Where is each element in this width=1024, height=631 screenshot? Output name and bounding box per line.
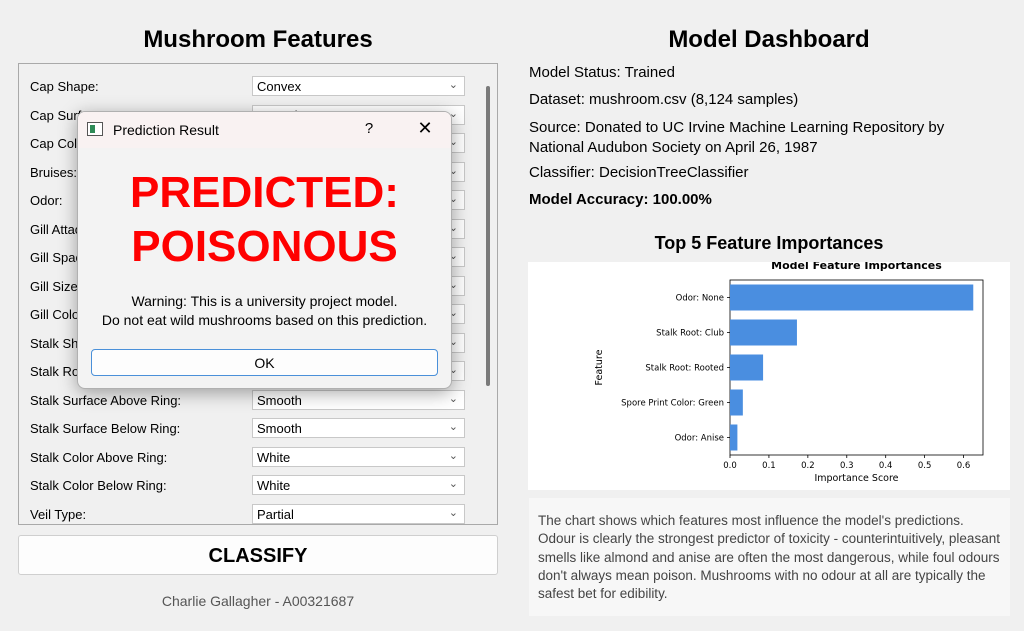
chevron-down-icon: ⌄ <box>448 478 458 490</box>
source-info: Source: Donated to UC Irvine Machine Lea… <box>529 119 945 156</box>
chart-bar <box>730 319 797 346</box>
model-status: Model Status: Trained <box>529 64 675 81</box>
feature-select-value: Smooth <box>257 392 302 408</box>
feature-select[interactable]: Partial ⌄ <box>252 503 465 524</box>
x-tick-label: 0.0 <box>723 461 737 471</box>
prediction-dialog: Prediction Result ? ✕ PREDICTED: POISONO… <box>77 111 452 389</box>
ok-button[interactable]: OK <box>91 349 438 376</box>
x-axis-label: Importance Score <box>814 473 898 484</box>
chart-bar <box>730 354 764 381</box>
chart-bar <box>730 389 743 416</box>
feature-label: Odor: <box>30 193 63 208</box>
feature-label: Gill Size: <box>30 278 82 294</box>
y-tick-label: Spore Print Color: Green <box>621 399 724 409</box>
chart-bar <box>730 284 974 311</box>
x-tick-label: 0.1 <box>762 461 776 471</box>
feature-select[interactable]: Convex ⌄ <box>252 76 465 96</box>
chevron-down-icon: ⌄ <box>448 392 458 405</box>
x-tick-label: 0.2 <box>801 461 815 471</box>
model-accuracy: Model Accuracy: 100.00% <box>529 191 712 208</box>
chevron-down-icon: ⌄ <box>448 449 458 462</box>
feature-row: Cap Shape: Convex ⌄ <box>19 76 474 98</box>
close-icon[interactable]: ✕ <box>414 118 436 139</box>
chevron-down-icon: ⌄ <box>448 79 458 91</box>
warning-line2: Do not eat wild mushrooms based on this … <box>101 312 428 328</box>
dashboard-title: Model Dashboard <box>668 26 870 53</box>
y-tick-label: Stalk Root: Rooted <box>645 364 724 374</box>
classifier-info: Classifier: DecisionTreeClassifier <box>529 164 749 181</box>
y-tick-label: Stalk Root: Club <box>656 329 724 339</box>
chart-bar <box>730 424 738 451</box>
x-tick-label: 0.3 <box>840 461 854 471</box>
chevron-down-icon: ⌄ <box>448 421 458 433</box>
chart-title: Model Feature Importances <box>771 262 942 272</box>
feature-select-value: White <box>257 478 291 493</box>
feature-select-value: Smooth <box>257 421 302 436</box>
feature-label: Stalk Color Above Ring: <box>30 449 168 465</box>
scrollbar-thumb[interactable] <box>486 86 490 386</box>
chart-heading: Top 5 Feature Importances <box>654 233 884 253</box>
feature-row: Stalk Surface Below Ring: Smooth ⌄ <box>19 418 474 440</box>
feature-row: Stalk Color Above Ring: White ⌄ <box>19 446 474 469</box>
x-tick-label: 0.5 <box>918 461 932 471</box>
chevron-down-icon: ⌄ <box>448 506 458 519</box>
feature-select[interactable]: White ⌄ <box>252 446 465 467</box>
app-window-icon <box>87 122 103 136</box>
feature-label: Stalk Surface Above Ring: <box>30 392 182 408</box>
feature-row: Veil Type: Partial ⌄ <box>19 503 474 525</box>
dialog-titlebar: Prediction Result ? ✕ <box>78 112 451 148</box>
x-tick-label: 0.4 <box>879 461 893 471</box>
classify-button[interactable]: CLASSIFY <box>18 535 498 575</box>
x-tick-label: 0.6 <box>957 461 971 471</box>
feature-row: Stalk Surface Above Ring: Smooth ⌄ <box>19 389 474 412</box>
chart-description: The chart shows which features most infl… <box>529 498 1010 616</box>
feature-select-value: Partial <box>257 506 294 522</box>
y-tick-label: Odor: Anise <box>675 434 724 444</box>
prediction-heading: PREDICTED: POISONOUS <box>78 166 451 274</box>
feature-select-value: Convex <box>257 79 302 94</box>
author-label: Charlie Gallagher - A00321687 <box>161 593 355 609</box>
features-title: Mushroom Features <box>143 26 373 53</box>
chart-svg: Model Feature Importances Odor: None Stalk… <box>594 262 984 484</box>
feature-select[interactable]: Smooth ⌄ <box>252 418 465 438</box>
feature-select[interactable]: White ⌄ <box>252 475 465 495</box>
dataset-info: Dataset: mushroom.csv (8,124 samples) <box>529 91 799 108</box>
feature-label: Bruises: <box>30 164 77 180</box>
feature-importance-chart: Model Feature Importances Odor: None Stalk… <box>528 262 1010 490</box>
warning-line1: Warning: This is a university project mo… <box>131 293 398 309</box>
feature-label: Veil Type: <box>30 506 87 522</box>
feature-label: Stalk Color Below Ring: <box>30 478 167 493</box>
feature-label: Cap Shape: <box>30 79 99 94</box>
dialog-title: Prediction Result <box>113 122 219 138</box>
prediction-heading-line2: POISONOUS <box>131 222 398 271</box>
feature-select-value: White <box>257 449 291 465</box>
help-icon[interactable]: ? <box>359 120 379 137</box>
feature-label: Stalk Surface Below Ring: <box>30 421 181 436</box>
y-axis-label: Feature <box>594 349 605 385</box>
feature-row: Stalk Color Below Ring: White ⌄ <box>19 475 474 497</box>
prediction-heading-line1: PREDICTED: <box>130 168 399 217</box>
y-tick-label: Odor: None <box>676 294 724 304</box>
warning-text: Warning: This is a university project mo… <box>78 292 451 330</box>
feature-select[interactable]: Smooth ⌄ <box>252 389 465 410</box>
